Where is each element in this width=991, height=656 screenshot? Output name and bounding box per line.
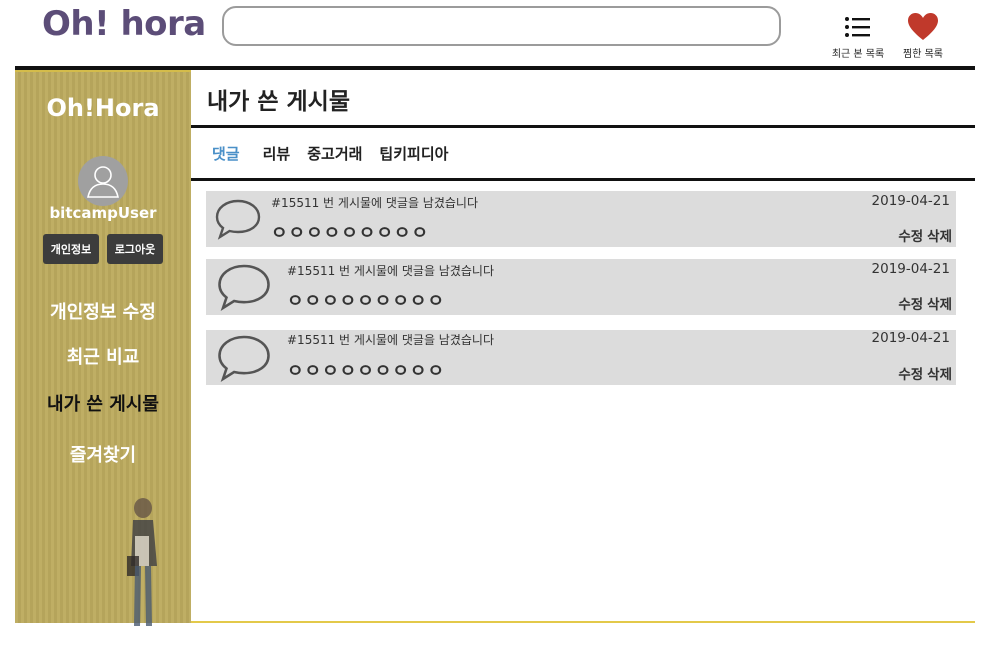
sidebar-item-recent-compare[interactable]: 최근 비교 [15,343,191,369]
comment-post-info[interactable]: #15511 번 게시물에 댓글을 남겼습니다 [271,194,478,211]
user-icon [87,166,119,198]
title-divider [191,125,975,128]
logout-button[interactable]: 로그아웃 [107,234,163,264]
sidebar-item-edit-profile[interactable]: 개인정보 수정 [15,298,191,324]
tab-comments[interactable]: 댓글 [212,143,240,164]
profile-button[interactable]: 개인정보 [43,234,99,264]
heart-icon [891,10,955,44]
list-icon [826,10,890,44]
wishlist-button[interactable]: 찜한 목록 [891,10,955,60]
comment-date: 2019-04-21 [871,261,950,277]
comment-date: 2019-04-21 [871,330,950,346]
speech-bubble-icon [218,335,270,383]
delete-button[interactable]: 삭제 [927,225,952,245]
page-title: 내가 쓴 게시물 [207,89,350,115]
sidebar-item-my-posts[interactable]: 내가 쓴 게시물 [15,390,191,416]
edit-button[interactable]: 수정 [898,363,923,383]
tab-bar: 댓글 리뷰 중고거래 팁키피디아 [212,143,465,164]
sidebar-title: Oh!Hora [46,94,160,122]
site-logo[interactable]: Oh! hora [42,4,206,44]
footer-divider [191,621,975,623]
delete-button[interactable]: 삭제 [927,363,952,383]
tabs-divider [191,178,975,181]
username: bitcampUser [49,204,157,222]
comment-date: 2019-04-21 [871,193,950,209]
tab-reviews[interactable]: 리뷰 [263,143,291,164]
comment-body: ㅇㅇㅇㅇㅇㅇㅇㅇㅇ [271,223,430,244]
sidebar: Oh!Hora bitcampUser 개인정보 로그아웃 개인정보 수정 최근… [15,70,191,626]
search-input[interactable] [222,6,781,46]
tab-tipkipedia[interactable]: 팁키피디아 [379,143,448,164]
edit-button[interactable]: 수정 [898,225,923,245]
comment-body: ㅇㅇㅇㅇㅇㅇㅇㅇㅇ [287,361,446,382]
list-item: #15511 번 게시물에 댓글을 남겼습니다 ㅇㅇㅇㅇㅇㅇㅇㅇㅇ 2019-0… [206,191,956,247]
comment-post-info[interactable]: #15511 번 게시물에 댓글을 남겼습니다 [287,262,494,279]
list-item: #15511 번 게시물에 댓글을 남겼습니다 ㅇㅇㅇㅇㅇㅇㅇㅇㅇ 2019-0… [206,330,956,385]
recent-list-label: 최근 본 목록 [831,49,885,60]
comment-body: ㅇㅇㅇㅇㅇㅇㅇㅇㅇ [287,291,446,312]
list-item: #15511 번 게시물에 댓글을 남겼습니다 ㅇㅇㅇㅇㅇㅇㅇㅇㅇ 2019-0… [206,259,956,315]
delete-button[interactable]: 삭제 [927,293,952,313]
avatar [78,156,128,206]
comment-post-info[interactable]: #15511 번 게시물에 댓글을 남겼습니다 [287,331,494,348]
person-illustration [127,498,157,626]
edit-button[interactable]: 수정 [898,293,923,313]
tab-used-trade[interactable]: 중고거래 [307,143,362,164]
speech-bubble-icon [215,199,261,240]
wishlist-label: 찜한 목록 [903,49,943,60]
sidebar-item-favorites[interactable]: 즐겨찾기 [15,441,191,467]
speech-bubble-icon [218,264,270,312]
recent-list-button[interactable]: 최근 본 목록 [826,10,890,60]
